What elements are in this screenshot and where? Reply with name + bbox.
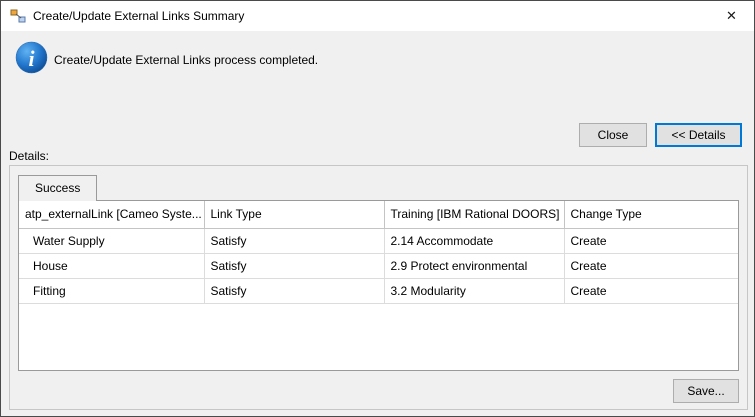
table-header-row: atp_externalLink [Cameo Syste... Link Ty… xyxy=(19,201,738,228)
table-row[interactable]: House Satisfy 2.9 Protect environmental … xyxy=(19,253,738,278)
links-table-container: atp_externalLink [Cameo Syste... Link Ty… xyxy=(18,200,739,371)
cell-link-type: Satisfy xyxy=(204,228,384,253)
cell-target: 2.14 Accommodate xyxy=(384,228,564,253)
cell-source: House xyxy=(19,253,204,278)
dialog-create-update-external-links-summary: Create/Update External Links Summary ✕ i… xyxy=(0,0,755,417)
save-button[interactable]: Save... xyxy=(673,379,739,403)
info-icon: i xyxy=(15,41,48,74)
app-icon xyxy=(10,8,26,24)
window-title: Create/Update External Links Summary xyxy=(33,9,244,23)
column-header-link-type[interactable]: Link Type xyxy=(204,201,384,228)
close-button-label: Close xyxy=(598,128,629,142)
column-header-source[interactable]: atp_externalLink [Cameo Syste... xyxy=(19,201,204,228)
cell-link-type: Satisfy xyxy=(204,278,384,303)
cell-target: 2.9 Protect environmental xyxy=(384,253,564,278)
tab-success[interactable]: Success xyxy=(18,175,97,201)
save-button-label: Save... xyxy=(687,384,724,398)
titlebar[interactable]: Create/Update External Links Summary ✕ xyxy=(1,1,754,31)
cell-change-type: Create xyxy=(564,228,738,253)
column-header-target[interactable]: Training [IBM Rational DOORS] xyxy=(384,201,564,228)
table-row[interactable]: Water Supply Satisfy 2.14 Accommodate Cr… xyxy=(19,228,738,253)
cell-source: Water Supply xyxy=(19,228,204,253)
close-window-button[interactable]: ✕ xyxy=(709,1,754,31)
details-button-label: << Details xyxy=(671,128,725,142)
cell-link-type: Satisfy xyxy=(204,253,384,278)
tab-success-label: Success xyxy=(35,181,80,195)
status-message: Create/Update External Links process com… xyxy=(54,53,318,67)
column-header-change-type[interactable]: Change Type xyxy=(564,201,738,228)
cell-change-type: Create xyxy=(564,253,738,278)
details-label: Details: xyxy=(9,149,49,163)
details-toggle-button[interactable]: << Details xyxy=(655,123,742,147)
links-table: atp_externalLink [Cameo Syste... Link Ty… xyxy=(19,201,738,304)
close-button[interactable]: Close xyxy=(579,123,647,147)
cell-target: 3.2 Modularity xyxy=(384,278,564,303)
table-row[interactable]: Fitting Satisfy 3.2 Modularity Create xyxy=(19,278,738,303)
close-icon: ✕ xyxy=(726,8,737,24)
cell-change-type: Create xyxy=(564,278,738,303)
cell-source: Fitting xyxy=(19,278,204,303)
details-panel: Success atp_externalLink [Cameo Syste...… xyxy=(9,165,748,410)
svg-text:i: i xyxy=(28,47,34,71)
